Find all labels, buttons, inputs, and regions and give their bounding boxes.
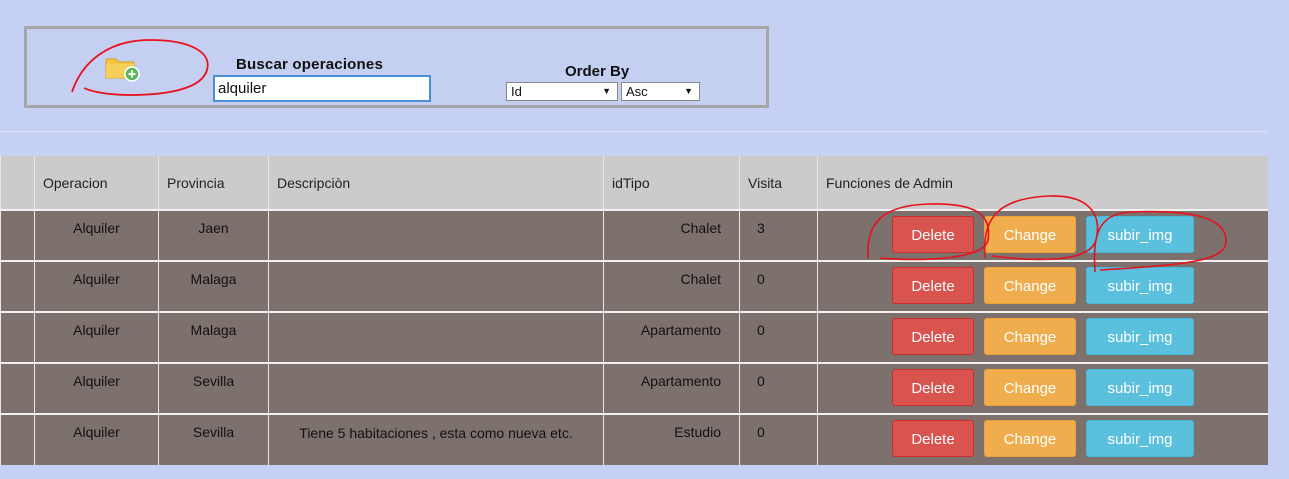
cell-visita: 0 [739, 362, 818, 414]
order-direction-select[interactable]: Asc ▼ [621, 82, 700, 101]
cell-idtipo: Estudio [603, 413, 740, 465]
header-descripcion: Descripciòn [268, 156, 604, 210]
table-row: Alquiler Sevilla Tiene 5 habitaciones , … [0, 413, 1268, 465]
order-by-label: Order By [565, 63, 630, 80]
delete-button[interactable]: Delete [892, 267, 974, 304]
header-visita: Visita [739, 156, 818, 210]
change-button[interactable]: Change [984, 216, 1076, 253]
cell-visita: 0 [739, 260, 818, 312]
cell-visita: 3 [739, 209, 818, 261]
table-row: Alquiler Malaga Apartamento 0 Delete Chan… [0, 311, 1268, 363]
change-button[interactable]: Change [984, 369, 1076, 406]
cell-actions: Delete Change subir_img [817, 209, 1268, 261]
change-button[interactable]: Change [984, 420, 1076, 457]
cell-actions: Delete Change subir_img [817, 311, 1268, 363]
order-field-value: Id [511, 84, 522, 99]
delete-button[interactable]: Delete [892, 369, 974, 406]
cell-idtipo: Apartamento [603, 311, 740, 363]
cell-operacion: Alquiler [34, 209, 159, 261]
upload-image-button[interactable]: subir_img [1086, 420, 1194, 457]
change-button[interactable]: Change [984, 267, 1076, 304]
cell-actions: Delete Change subir_img [817, 413, 1268, 465]
cell-id [0, 413, 35, 465]
header-operacion: Operacion [34, 156, 159, 210]
order-field-select[interactable]: Id ▼ [506, 82, 618, 101]
cell-provincia: Sevilla [158, 413, 269, 465]
upload-image-button[interactable]: subir_img [1086, 318, 1194, 355]
dropdown-arrow-icon: ▼ [602, 86, 611, 96]
table-header-row: Operacion Provincia Descripciòn idTipo V… [0, 156, 1268, 210]
delete-button[interactable]: Delete [892, 216, 974, 253]
cell-idtipo: Chalet [603, 209, 740, 261]
cell-descripcion [268, 362, 604, 414]
table-row: Alquiler Jaen Chalet 3 Delete Change subir… [0, 209, 1268, 261]
cell-provincia: Malaga [158, 311, 269, 363]
delete-button[interactable]: Delete [892, 318, 974, 355]
cell-provincia: Malaga [158, 260, 269, 312]
search-title: Buscar operaciones [236, 56, 383, 73]
delete-button[interactable]: Delete [892, 420, 974, 457]
page: Buscar operaciones Order By Id ▼ Asc ▼ O… [0, 0, 1289, 479]
cell-operacion: Alquiler [34, 413, 159, 465]
upload-image-button[interactable]: subir_img [1086, 216, 1194, 253]
header-idtipo: idTipo [603, 156, 740, 210]
cell-visita: 0 [739, 413, 818, 465]
dropdown-arrow-icon: ▼ [684, 86, 693, 96]
divider [0, 131, 1267, 132]
cell-idtipo: Chalet [603, 260, 740, 312]
cell-id [0, 362, 35, 414]
cell-provincia: Sevilla [158, 362, 269, 414]
cell-idtipo: Apartamento [603, 362, 740, 414]
cell-visita: 0 [739, 311, 818, 363]
cell-id [0, 260, 35, 312]
change-button[interactable]: Change [984, 318, 1076, 355]
cell-actions: Delete Change subir_img [817, 362, 1268, 414]
cell-actions: Delete Change subir_img [817, 260, 1268, 312]
table-row: Alquiler Malaga Chalet 0 Delete Change sub… [0, 260, 1268, 312]
header-cell-id [0, 156, 35, 210]
table-row: Alquiler Sevilla Apartamento 0 Delete Cha… [0, 362, 1268, 414]
cell-descripcion [268, 311, 604, 363]
header-provincia: Provincia [158, 156, 269, 210]
cell-operacion: Alquiler [34, 260, 159, 312]
header-admin-functions: Funciones de Admin [817, 156, 1268, 210]
search-input[interactable] [213, 75, 431, 102]
order-direction-value: Asc [626, 84, 648, 99]
cell-id [0, 209, 35, 261]
cell-descripcion [268, 260, 604, 312]
cell-descripcion [268, 209, 604, 261]
cell-operacion: Alquiler [34, 362, 159, 414]
upload-image-button[interactable]: subir_img [1086, 369, 1194, 406]
operations-table: Operacion Provincia Descripciòn idTipo V… [0, 156, 1268, 465]
cell-operacion: Alquiler [34, 311, 159, 363]
search-panel: Buscar operaciones Order By Id ▼ Asc ▼ [24, 26, 769, 108]
folder-add-icon[interactable] [104, 54, 140, 82]
upload-image-button[interactable]: subir_img [1086, 267, 1194, 304]
cell-descripcion: Tiene 5 habitaciones , esta como nueva e… [268, 413, 604, 465]
cell-id [0, 311, 35, 363]
cell-provincia: Jaen [158, 209, 269, 261]
